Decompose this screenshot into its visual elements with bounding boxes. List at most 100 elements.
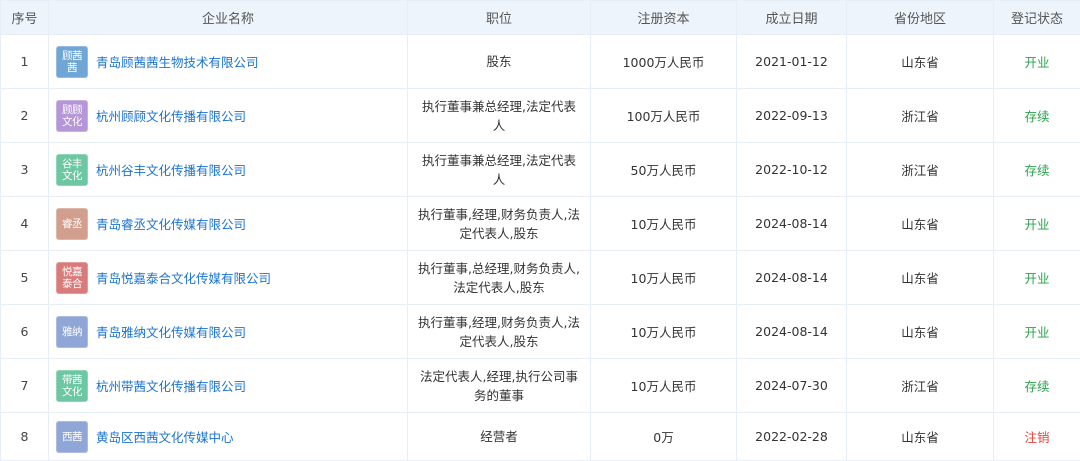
company-name-link[interactable]: 杭州顾顾文化传播有限公司 [96, 106, 246, 125]
row-seq: 4 [1, 197, 49, 251]
company-name-link[interactable]: 杭州谷丰文化传播有限公司 [96, 160, 246, 179]
row-company-cell: 悦嘉 泰合 青岛悦嘉泰合文化传媒有限公司 [49, 251, 408, 305]
company-logo[interactable]: 悦嘉 泰合 [56, 262, 88, 294]
row-date: 2022-09-13 [737, 89, 847, 143]
row-status-cell: 存续 [994, 359, 1080, 413]
row-seq: 8 [1, 413, 49, 461]
row-seq: 6 [1, 305, 49, 359]
row-date: 2024-07-30 [737, 359, 847, 413]
company-name-link[interactable]: 青岛顾茜茜生物技术有限公司 [96, 52, 259, 71]
company-logo-text-top: 谷丰 [62, 158, 82, 170]
company-logo[interactable]: 顾顾 文化 [56, 100, 88, 132]
company-logo-text-top: 顾顾 [62, 104, 82, 116]
row-capital: 10万人民币 [591, 251, 737, 305]
company-logo[interactable]: 顾茜 茜 [56, 46, 88, 78]
company-logo-text-top: 睿丞 [62, 218, 82, 230]
table-row: 2 顾顾 文化 杭州顾顾文化传播有限公司 执行董事兼总经理,法定代表人 100万… [1, 89, 1080, 143]
company-logo[interactable]: 睿丞 [56, 208, 88, 240]
company-logo[interactable]: 雅纳 [56, 316, 88, 348]
row-status-cell: 开业 [994, 305, 1080, 359]
row-date: 2021-01-12 [737, 35, 847, 89]
row-role: 执行董事,经理,财务负责人,法定代表人,股东 [408, 305, 591, 359]
status-text: 存续 [1024, 109, 1049, 124]
row-seq: 7 [1, 359, 49, 413]
row-company-cell: 带茜 文化 杭州带茜文化传播有限公司 [49, 359, 408, 413]
company-table: 序号 企业名称 职位 注册资本 成立日期 省份地区 登记状态 1 顾茜 茜 青岛… [0, 0, 1080, 461]
company-name-link[interactable]: 青岛睿丞文化传媒有限公司 [96, 214, 246, 233]
row-company-cell: 顾顾 文化 杭州顾顾文化传播有限公司 [49, 89, 408, 143]
row-status-cell: 存续 [994, 143, 1080, 197]
company-logo-text-top: 顾茜 [62, 50, 82, 62]
table-row: 8 西茜 黄岛区西茜文化传媒中心 经营者 0万 2022-02-28 山东省 注… [1, 413, 1080, 461]
row-role: 执行董事,总经理,财务负责人,法定代表人,股东 [408, 251, 591, 305]
row-seq: 5 [1, 251, 49, 305]
row-capital: 100万人民币 [591, 89, 737, 143]
company-logo-text-bottom: 文化 [62, 116, 82, 128]
header-seq: 序号 [1, 1, 49, 35]
row-status-cell: 存续 [994, 89, 1080, 143]
row-date: 2024-08-14 [737, 197, 847, 251]
table-row: 3 谷丰 文化 杭州谷丰文化传播有限公司 执行董事兼总经理,法定代表人 50万人… [1, 143, 1080, 197]
company-logo-text-bottom: 泰合 [62, 278, 82, 290]
company-logo[interactable]: 西茜 [56, 421, 88, 453]
row-date: 2024-08-14 [737, 251, 847, 305]
row-capital: 1000万人民币 [591, 35, 737, 89]
row-role: 经营者 [408, 413, 591, 461]
company-logo-text-top: 雅纳 [62, 326, 82, 338]
row-province: 山东省 [847, 197, 994, 251]
status-text: 开业 [1024, 217, 1049, 232]
row-date: 2022-10-12 [737, 143, 847, 197]
row-company-cell: 雅纳 青岛雅纳文化传媒有限公司 [49, 305, 408, 359]
row-seq: 2 [1, 89, 49, 143]
table-row: 5 悦嘉 泰合 青岛悦嘉泰合文化传媒有限公司 执行董事,总经理,财务负责人,法定… [1, 251, 1080, 305]
company-logo-text-bottom: 文化 [62, 386, 82, 398]
row-role: 执行董事兼总经理,法定代表人 [408, 143, 591, 197]
row-province: 山东省 [847, 251, 994, 305]
header-status: 登记状态 [994, 1, 1080, 35]
row-date: 2022-02-28 [737, 413, 847, 461]
row-date: 2024-08-14 [737, 305, 847, 359]
company-logo-text-top: 带茜 [62, 374, 82, 386]
table-header-row: 序号 企业名称 职位 注册资本 成立日期 省份地区 登记状态 [1, 1, 1080, 35]
company-logo-text-top: 悦嘉 [62, 266, 82, 278]
header-company-name: 企业名称 [49, 1, 408, 35]
company-logo[interactable]: 带茜 文化 [56, 370, 88, 402]
company-logo-text-bottom: 茜 [67, 62, 77, 74]
row-role: 股东 [408, 35, 591, 89]
company-logo-text-bottom: 文化 [62, 170, 82, 182]
row-role: 法定代表人,经理,执行公司事务的董事 [408, 359, 591, 413]
company-name-link[interactable]: 青岛悦嘉泰合文化传媒有限公司 [96, 268, 271, 287]
table-row: 4 睿丞 青岛睿丞文化传媒有限公司 执行董事,经理,财务负责人,法定代表人,股东… [1, 197, 1080, 251]
row-role: 执行董事,经理,财务负责人,法定代表人,股东 [408, 197, 591, 251]
header-registered-capital: 注册资本 [591, 1, 737, 35]
row-company-cell: 西茜 黄岛区西茜文化传媒中心 [49, 413, 408, 461]
company-logo-text-top: 西茜 [62, 431, 82, 443]
table-row: 7 带茜 文化 杭州带茜文化传播有限公司 法定代表人,经理,执行公司事务的董事 … [1, 359, 1080, 413]
company-logo[interactable]: 谷丰 文化 [56, 154, 88, 186]
status-text: 开业 [1024, 325, 1049, 340]
table-row: 1 顾茜 茜 青岛顾茜茜生物技术有限公司 股东 1000万人民币 2021-01… [1, 35, 1080, 89]
row-seq: 3 [1, 143, 49, 197]
row-company-cell: 睿丞 青岛睿丞文化传媒有限公司 [49, 197, 408, 251]
row-capital: 10万人民币 [591, 197, 737, 251]
row-capital: 50万人民币 [591, 143, 737, 197]
row-capital: 0万 [591, 413, 737, 461]
row-province: 山东省 [847, 35, 994, 89]
row-province: 浙江省 [847, 143, 994, 197]
header-established-date: 成立日期 [737, 1, 847, 35]
row-company-cell: 顾茜 茜 青岛顾茜茜生物技术有限公司 [49, 35, 408, 89]
status-text: 开业 [1024, 55, 1049, 70]
company-name-link[interactable]: 杭州带茜文化传播有限公司 [96, 376, 246, 395]
row-province: 山东省 [847, 413, 994, 461]
status-text: 存续 [1024, 379, 1049, 394]
row-status-cell: 开业 [994, 197, 1080, 251]
header-role: 职位 [408, 1, 591, 35]
row-seq: 1 [1, 35, 49, 89]
row-role: 执行董事兼总经理,法定代表人 [408, 89, 591, 143]
row-province: 浙江省 [847, 89, 994, 143]
row-capital: 10万人民币 [591, 359, 737, 413]
row-capital: 10万人民币 [591, 305, 737, 359]
status-text: 存续 [1024, 163, 1049, 178]
company-name-link[interactable]: 黄岛区西茜文化传媒中心 [96, 427, 234, 446]
company-name-link[interactable]: 青岛雅纳文化传媒有限公司 [96, 322, 246, 341]
